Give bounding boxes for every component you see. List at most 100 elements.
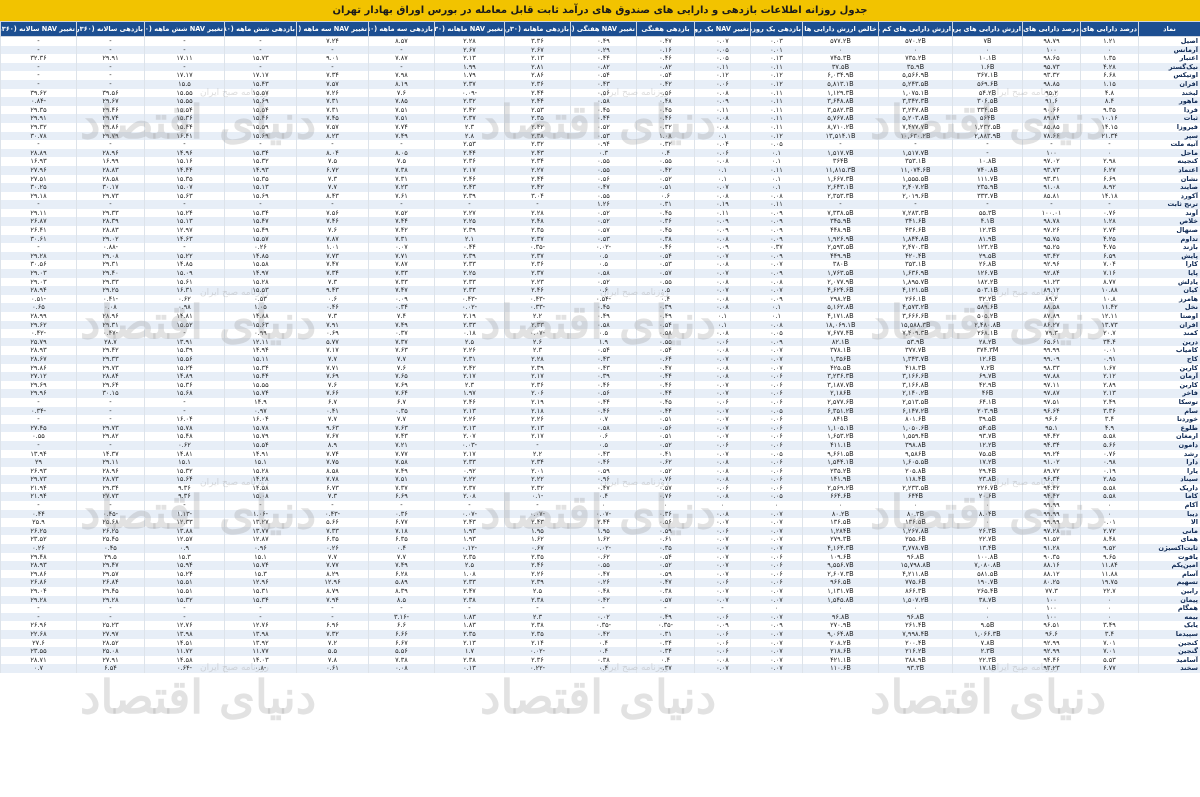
table-cell: ۲.۱۳ <box>504 54 571 63</box>
table-cell: -۰.۸۴ <box>0 97 77 106</box>
table-cell: ۰.۶ <box>570 286 637 295</box>
table-cell: ۰.۴۴ <box>570 114 637 123</box>
table-cell: ۰.۷۶ <box>636 492 695 502</box>
table-cell: ۰.۰۹ <box>750 337 803 347</box>
table-cell: ۸.۴۳ <box>296 191 369 201</box>
fund-symbol-cell: آسامید <box>1138 655 1200 665</box>
table-cell: ۴,۵۷۳.۲B <box>878 303 953 312</box>
table-cell: ۹۳.۴۲ <box>1022 251 1081 261</box>
table-cell: ۲.۳۱ <box>434 354 505 364</box>
table-cell: ۶.۷ <box>296 397 369 407</box>
table-cell: ۹۴.۴۶ <box>1022 655 1081 665</box>
table-cell: ۲۶.۲۵ <box>76 526 145 536</box>
table-cell: -۰.۰۷ <box>504 509 571 519</box>
table-cell: ۲.۱۳ <box>1080 389 1139 398</box>
table-cell: ۰.۰۷ <box>694 423 751 433</box>
table-cell: ۱۳.۹۲ <box>224 638 297 648</box>
table-cell: ۳۸۰B <box>802 260 879 270</box>
table-cell: ۱.۲۶ <box>570 200 637 209</box>
table-cell: ۱۲.۵۷ <box>144 535 225 545</box>
fund-symbol-cell: اوتیکس <box>1138 71 1200 80</box>
fund-symbol-cell: کنجینه <box>1138 157 1200 166</box>
table-cell: ۱,۰۷۵.۱B <box>878 88 953 98</box>
table-cell: ۱۸۲.۲B <box>952 277 1023 287</box>
table-cell: ۳۰.۵۶ <box>0 260 77 270</box>
table-cell: ۰.۵۴ <box>636 320 695 330</box>
table-cell: ۱۵.۲۲ <box>144 251 225 261</box>
table-cell: ۶.۷۳ <box>296 483 369 493</box>
table-cell: ۰.۵۵ <box>636 157 695 166</box>
table-cell: ۱۵.۶۴ <box>144 475 225 484</box>
table-cell: ۲۹.۸۲ <box>76 432 145 441</box>
table-cell: ۲.۲۸ <box>504 354 571 364</box>
table-row: پیمان ۰ ۱۰۰ ۳۸.۷B ۱,۵۰۷.۲B ۱,۵۴۵.۸B ۰.۰۷ ۰.۰۷ ۰.… <box>0 595 1200 605</box>
table-row: تداوم ۴.۲۵ ۹۵.۷۵ ۸۱.۹B ۱,۸۴۴.۸B ۱,۹۲۶.۹B ۰.۰۹ ۰… <box>0 234 1200 244</box>
table-cell: ۳,۷۷۸.۷B <box>878 544 953 553</box>
table-cell: - <box>878 200 953 209</box>
table-cell: ۰.۱۱ <box>750 165 803 175</box>
table-cell: ۱۷.۱۱ <box>144 54 225 63</box>
table-cell: ۲۹.۸۶ <box>0 569 77 579</box>
table-cell: ۸.۰۴B <box>952 509 1023 519</box>
table-cell: - <box>878 140 953 149</box>
table-cell: ۰.۱۲ <box>750 71 803 80</box>
table-cell: ۳۲.۳۶ <box>0 54 77 63</box>
table-cell: ۷.۲۱ <box>368 440 435 450</box>
table-cell: ۰.۱۳ <box>750 54 803 63</box>
table-cell: ۲.۳۳ <box>504 320 571 330</box>
table-cell: ۷.۶۳ <box>368 423 435 433</box>
table-cell: ۳.۴۹ <box>1080 621 1139 630</box>
table-cell: ۲.۲ <box>504 449 571 459</box>
table-cell: - <box>1022 140 1081 149</box>
table-cell: ۰.۴۴ <box>636 372 695 381</box>
fund-symbol-cell: دیبا <box>1138 509 1200 519</box>
fund-symbol-cell: خوردنا <box>1138 415 1200 424</box>
table-cell: ۱۰.۸B <box>952 157 1023 166</box>
table-cell: ۱۲.۳۳ <box>144 518 225 527</box>
table-cell: ۰.۰۱ <box>1080 346 1139 355</box>
table-row: بازند ۴.۷۵ ۹۵.۲۵ ۱۲۳.۲B ۲,۴۷۰.۳B ۲,۵۹۳.۵B ۰.۳۷… <box>0 243 1200 252</box>
table-cell: ۶.۶ <box>368 621 435 630</box>
table-cell: ۰.۵۵ <box>0 432 77 441</box>
table-cell: ۶۹.۷B <box>952 372 1023 381</box>
table-cell: ۱۵.۴۶ <box>224 114 297 123</box>
table-cell: - <box>76 501 145 510</box>
table-cell: ۰.۰۵ <box>750 492 803 502</box>
table-row: صایند ۸.۹۲ ۹۱.۰۸ ۲۳۵.۹B ۲,۴۰۷.۲B ۲,۶۴۳.۱B ۰.۱ ۰… <box>0 183 1200 192</box>
table-cell: ۵,۸۱۳.۱B <box>802 79 879 89</box>
table-cell: ۰ <box>952 612 1023 622</box>
table-cell: ۷۷۵.۶B <box>878 578 953 587</box>
table-cell: ۱.۸۳ <box>434 621 505 630</box>
table-cell: ۲.۲۲ <box>434 475 505 484</box>
table-cell: ۲۶.۸۶ <box>0 578 77 587</box>
table-cell: ۸۵.۸۵ <box>1022 122 1081 132</box>
table-cell: ۲.۴۴ <box>434 148 505 158</box>
table-cell: ۲,۶۴۳.۱B <box>802 183 879 192</box>
table-cell: ۴۲۵.۵B <box>802 363 879 373</box>
table-cell: ۴۲۰.۴B <box>878 251 953 261</box>
table-cell: ۰.۰۷ <box>694 544 751 553</box>
table-row: کیان ۱۰.۸۸ ۸۹.۱۲ ۵۰۳.۱B ۴,۱۲۱.۵B ۴,۶۲۴.۶B ۰.۰۷… <box>0 286 1200 295</box>
table-cell: ۰.۹۷ <box>224 406 297 416</box>
column-header: ارزش دارایی های کم ریسک <box>878 21 953 37</box>
table-cell: - <box>504 200 571 209</box>
table-cell: ۲۹.۳۴ <box>76 483 145 493</box>
table-cell: ۷.۸۷ <box>296 234 369 244</box>
table-cell: ۲۲.۷B <box>952 535 1023 545</box>
fund-symbol-cell: نشان <box>1138 174 1200 184</box>
table-cell: ۰.۱ <box>694 320 751 330</box>
table-cell: ۲.۱۷ <box>434 372 505 381</box>
table-cell: ۲.۲۶ <box>504 415 571 424</box>
table-cell: ۰.۱۱ <box>750 105 803 115</box>
fund-symbol-cell: نیک‌گستر <box>1138 62 1200 72</box>
table-cell: ۰ <box>952 518 1023 527</box>
table-cell: ۲۷.۹۷ <box>76 629 145 639</box>
table-cell: ۰.۰۸ <box>694 303 751 312</box>
table-cell: ۳۸.۷B <box>952 595 1023 605</box>
table-cell: - <box>144 329 225 338</box>
table-cell: ۰.۵۴ <box>570 346 637 355</box>
table-cell: ۱,۱۳۱.۷B <box>802 587 879 596</box>
table-cell: ۰.۵۲ <box>636 466 695 476</box>
table-cell: ۲۹.۶۲ <box>0 320 77 330</box>
table-cell: ۰.۰۸ <box>694 114 751 123</box>
